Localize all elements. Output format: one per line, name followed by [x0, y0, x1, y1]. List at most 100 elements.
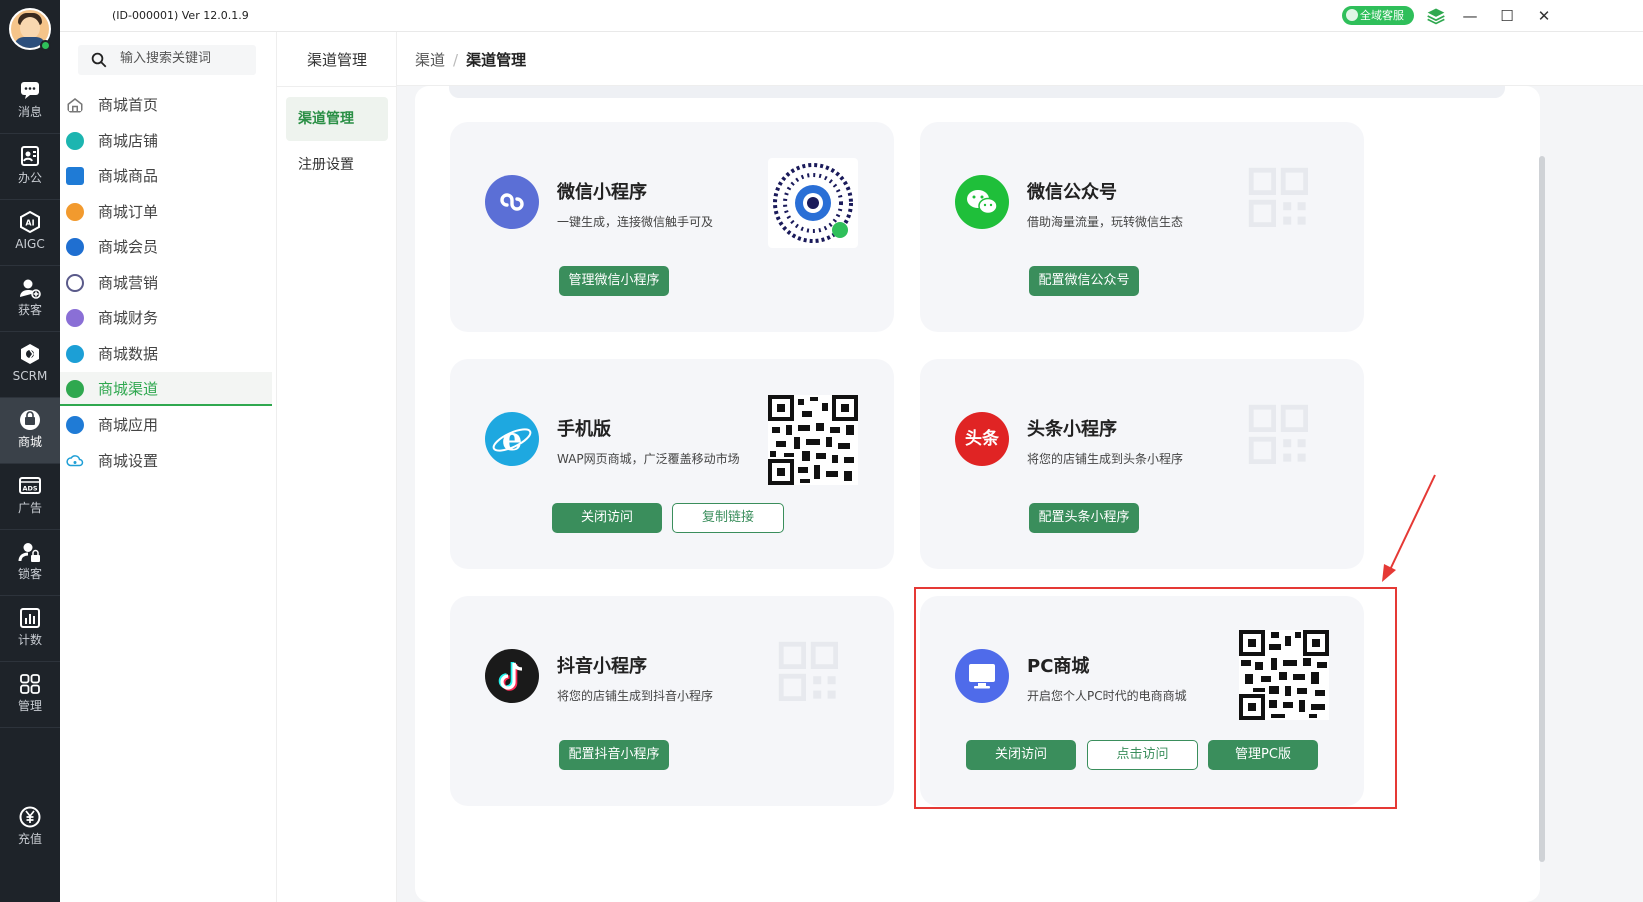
grid-icon: [20, 674, 40, 694]
rail-item-stats[interactable]: 计数: [0, 596, 60, 662]
breadcrumb-parent[interactable]: 渠道: [415, 51, 445, 69]
aigc-icon: AI: [20, 210, 40, 234]
annotation-arrow: [1382, 474, 1436, 582]
configure-douyin-button[interactable]: 配置抖音小程序: [559, 740, 669, 770]
menu-item-mall-store[interactable]: 商城店铺: [60, 124, 272, 158]
menu-item-mall-members[interactable]: 商城会员: [60, 230, 272, 264]
menu-item-mall-marketing[interactable]: 商城营销: [60, 266, 272, 300]
menu-item-mall-channels[interactable]: 商城渠道: [60, 372, 272, 406]
menu-item-mall-finance[interactable]: 商城财务: [60, 301, 272, 335]
card-description: 一键生成，连接微信触手可及: [557, 215, 714, 229]
yuan-icon: [19, 806, 41, 828]
cloud-settings-icon: [66, 455, 84, 467]
menu-item-label: 商城营销: [98, 274, 159, 292]
menu-item-label: 商城设置: [98, 452, 159, 470]
menu-item-mall-orders[interactable]: 商城订单: [60, 195, 272, 229]
wechat-icon: [955, 175, 1009, 229]
home-icon: [67, 98, 83, 113]
order-icon: [66, 203, 84, 221]
rail-label: 消息: [17, 105, 42, 119]
ads-icon: ADS: [19, 477, 41, 494]
members-icon: [66, 238, 84, 256]
rail-label: SCRM: [12, 369, 48, 383]
qr-code-icon[interactable]: [768, 395, 858, 485]
breadcrumb-current: 渠道管理: [466, 51, 527, 69]
toutiao-icon: 头条: [955, 412, 1009, 466]
layers-icon[interactable]: [1426, 6, 1446, 26]
channel-card-wechat-official: 微信公众号 借助海量流量，玩转微信生态 配置微信公众号: [920, 122, 1364, 332]
menu-item-label: 商城店铺: [98, 132, 159, 150]
card-description: 将您的店铺生成到抖音小程序: [557, 689, 714, 703]
menu-item-label: 商城商品: [98, 167, 159, 185]
menu-item-label: 商城数据: [98, 345, 159, 363]
card-title: 手机版: [557, 419, 611, 440]
rail-label: 管理: [17, 699, 42, 713]
apps-icon: [66, 416, 84, 434]
menu-item-mall-settings[interactable]: 商城设置: [60, 444, 272, 478]
card-title: 微信公众号: [1027, 182, 1117, 203]
stats-icon: [20, 608, 40, 628]
close-access-mobile-button[interactable]: 关闭访问: [552, 503, 662, 533]
mall-icon: [20, 410, 40, 430]
rail-item-mall[interactable]: 商城: [0, 398, 60, 464]
customer-service-badge[interactable]: 全域客服: [1342, 6, 1414, 25]
title-bar: (ID-000001) Ver 12.0.1.9 全域客服 — ☐ ✕: [60, 0, 1643, 32]
menu-item-label: 商城订单: [98, 203, 159, 221]
qr-placeholder-icon: [778, 641, 838, 701]
rail-label: 锁客: [17, 567, 42, 581]
rail-item-message[interactable]: 消息: [0, 68, 60, 134]
menu-item-mall-home[interactable]: 商城首页: [60, 88, 272, 122]
rail-label: 办公: [17, 171, 42, 185]
mall-menu: 商城首页 商城店铺 商城商品 商城订单 商城会员 商城营销 商城财务 商城数据 …: [60, 32, 277, 902]
close-button[interactable]: ✕: [1534, 6, 1554, 26]
rail-item-ads[interactable]: ADS 广告: [0, 464, 60, 530]
rail-item-aigc[interactable]: AI AIGC: [0, 200, 60, 266]
configure-toutiao-button[interactable]: 配置头条小程序: [1029, 503, 1139, 533]
divider: [277, 86, 397, 87]
rail-item-office[interactable]: 办公: [0, 134, 60, 200]
rail-label: 广告: [17, 501, 42, 515]
sub-item-label: 渠道管理: [298, 111, 354, 127]
breadcrumb-separator: /: [453, 51, 459, 69]
sub-item-channel-management[interactable]: 渠道管理: [286, 97, 388, 141]
search-input[interactable]: [120, 51, 250, 66]
card-title: 微信小程序: [557, 182, 647, 203]
search-icon: [91, 52, 107, 68]
search-box[interactable]: [78, 45, 256, 75]
miniprogram-code-icon[interactable]: [768, 158, 858, 248]
copy-link-button[interactable]: 复制链接: [672, 503, 784, 533]
link-icon: [485, 175, 539, 229]
rail-item-lock-customer[interactable]: 锁客: [0, 530, 60, 596]
maximize-button[interactable]: ☐: [1497, 6, 1517, 26]
svg-text:e: e: [502, 420, 522, 458]
manage-wechat-miniprogram-button[interactable]: 管理微信小程序: [559, 266, 669, 296]
rail-item-scrm[interactable]: SCRM: [0, 332, 60, 398]
scrm-icon: [21, 344, 39, 364]
rail-label: AIGC: [15, 237, 45, 251]
acquire-customer-icon: [20, 279, 41, 299]
menu-item-label: 商城渠道: [98, 380, 159, 398]
finance-icon: [66, 309, 84, 327]
rail-item-recharge[interactable]: 充值: [0, 795, 60, 861]
menu-item-label: 商城首页: [98, 96, 159, 114]
minimize-button[interactable]: —: [1460, 6, 1480, 26]
marketing-icon: [66, 274, 84, 292]
lock-customer-icon: [18, 543, 40, 562]
rail-item-acquire[interactable]: 获客: [0, 266, 60, 332]
svg-text:AI: AI: [25, 219, 34, 228]
menu-item-mall-data[interactable]: 商城数据: [60, 337, 272, 371]
channel-card-mobile: e 手机版 WAP网页商城，广泛覆盖移动市场 关闭访问 复制链接: [450, 359, 894, 569]
shopping-bag-icon: [66, 167, 84, 185]
rail-label: 获客: [17, 303, 42, 317]
menu-item-mall-products[interactable]: 商城商品: [60, 159, 272, 193]
store-icon: [66, 132, 84, 150]
rail-item-manage[interactable]: 管理: [0, 662, 60, 728]
card-description: 借助海量流量，玩转微信生态: [1027, 215, 1184, 229]
scrollbar[interactable]: [1539, 156, 1545, 862]
menu-item-mall-apps[interactable]: 商城应用: [60, 408, 272, 442]
sub-item-label: 注册设置: [298, 157, 354, 173]
card-description: 将您的店铺生成到头条小程序: [1027, 452, 1184, 466]
configure-wechat-official-button[interactable]: 配置微信公众号: [1029, 266, 1139, 296]
sub-item-registration-settings[interactable]: 注册设置: [286, 143, 388, 187]
rail-label: 计数: [17, 633, 42, 647]
